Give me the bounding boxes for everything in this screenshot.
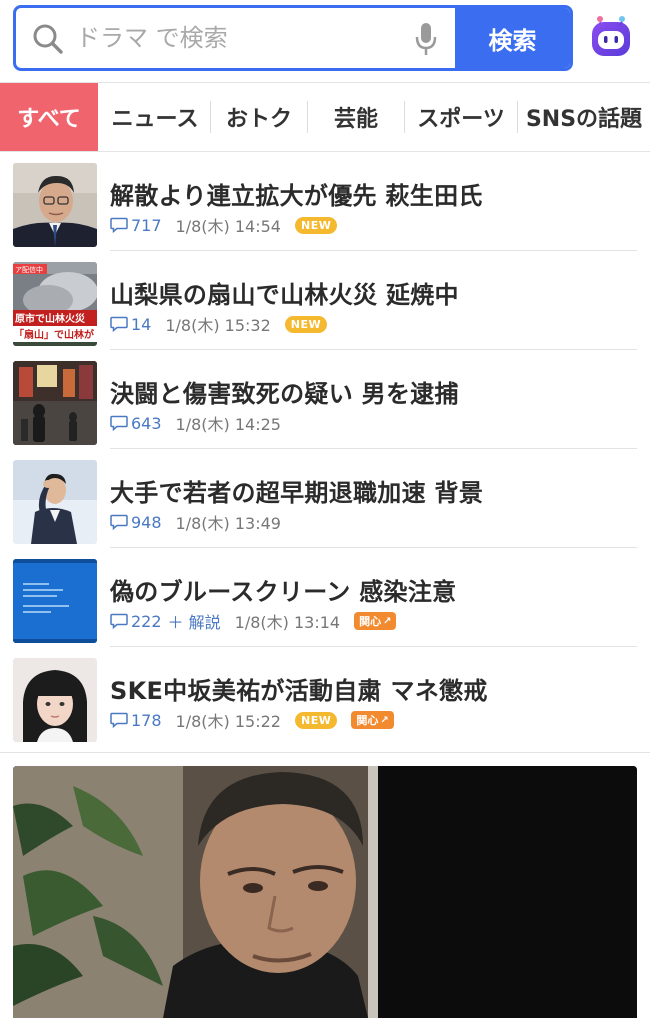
thumb-caption-top: ア配信中 [15, 265, 43, 274]
comment-icon [110, 316, 128, 332]
search-icon [33, 24, 63, 54]
news-headline[interactable]: 決闘と傷害致死の疑い 男を逮捕 [110, 374, 640, 409]
news-thumbnail [13, 559, 97, 643]
tab-sports[interactable]: スポーツ [405, 83, 517, 151]
news-meta: 717 1/8(木) 14:54 NEW [110, 214, 351, 236]
arrow-icon: ↗ [380, 714, 389, 726]
interest-badge: 関心 ↗ [351, 711, 394, 729]
news-thumbnail: ア配信中 原市で山林火災 「扇山」で山林が [13, 262, 97, 346]
timestamp: 1/8(木) 14:25 [175, 415, 281, 434]
tab-otoku[interactable]: おトク [211, 83, 307, 151]
comment-icon [110, 415, 128, 431]
comment-icon [110, 217, 128, 233]
timestamp: 1/8(木) 13:49 [175, 514, 281, 533]
thumb-caption: 原市で山林火災 [15, 312, 86, 325]
timestamp: 1/8(木) 13:14 [234, 613, 341, 632]
news-meta: 14 1/8(木) 15:32 NEW [110, 313, 341, 335]
interest-badge-label: 関心 [356, 714, 379, 727]
news-headline[interactable]: 大手で若者の超早期退職加速 背景 [110, 473, 640, 508]
search-input[interactable] [76, 8, 406, 68]
news-thumbnail [13, 460, 97, 544]
new-badge: NEW [284, 315, 328, 333]
section-divider [0, 752, 650, 753]
search-header: 検索 [0, 0, 650, 82]
arrow-icon: ↗ [383, 615, 392, 627]
comment-icon [110, 712, 128, 728]
assistant-icon[interactable] [588, 14, 634, 60]
news-meta: 222 ＋ 解説 1/8(木) 13:14 関心 ↗ [110, 610, 397, 632]
news-thumbnail [13, 658, 97, 742]
thumb-caption: 「扇山」で山林が [14, 328, 95, 341]
tab-sns-topics[interactable]: SNSの話題 [518, 83, 650, 151]
timestamp: 1/8(木) 14:54 [175, 217, 281, 236]
timestamp: 1/8(木) 15:32 [165, 316, 271, 335]
feature-photo[interactable] [13, 766, 637, 1018]
news-headline[interactable]: 解散より連立拡大が優先 萩生田氏 [110, 176, 640, 211]
comment-count: 178 [131, 710, 162, 730]
comment-icon [110, 613, 128, 629]
tab-entertainment[interactable]: 芸能 [308, 83, 404, 151]
news-meta: 948 1/8(木) 13:49 [110, 511, 295, 533]
news-meta: 643 1/8(木) 14:25 [110, 412, 295, 434]
news-meta: 178 1/8(木) 15:22 NEW 関心 ↗ [110, 709, 394, 731]
new-badge: NEW [294, 216, 338, 234]
search-box[interactable]: 検索 [13, 5, 573, 71]
news-headline[interactable]: 偽のブルースクリーン 感染注意 [110, 572, 640, 607]
comment-count: 717 [131, 215, 162, 235]
news-item[interactable]: 大手で若者の超早期退職加速 背景 948 1/8(木) 13:49 [0, 449, 650, 548]
comment-count: 643 [131, 413, 162, 433]
interest-badge: 関心 ↗ [354, 612, 397, 630]
news-item[interactable]: SKE中坂美祐が活動自粛 マネ懲戒 178 1/8(木) 15:22 NEW 関… [0, 647, 650, 746]
category-tabs: すべて ニュース おトク 芸能 スポーツ SNSの話題 [0, 82, 650, 152]
news-thumbnail [13, 361, 97, 445]
new-badge: NEW [294, 711, 338, 729]
news-headline[interactable]: 山梨県の扇山で山林火災 延焼中 [110, 275, 640, 310]
news-item[interactable]: ア配信中 原市で山林火災 「扇山」で山林が 山梨県の扇山で山林火災 延焼中 14… [0, 251, 650, 350]
news-item[interactable]: 偽のブルースクリーン 感染注意 222 ＋ 解説 1/8(木) 13:14 関心… [0, 548, 650, 647]
comment-icon [110, 514, 128, 530]
interest-badge-label: 関心 [359, 615, 382, 628]
commentary-label: ＋ 解説 [167, 613, 221, 632]
tab-all[interactable]: すべて [0, 83, 98, 151]
news-item[interactable]: 決闘と傷害致死の疑い 男を逮捕 643 1/8(木) 14:25 [0, 350, 650, 449]
news-headline[interactable]: SKE中坂美祐が活動自粛 マネ懲戒 [110, 671, 640, 706]
comment-count: 948 [131, 512, 162, 532]
news-thumbnail [13, 163, 97, 247]
mic-icon[interactable] [414, 21, 438, 57]
search-button[interactable]: 検索 [455, 8, 570, 68]
timestamp: 1/8(木) 15:22 [175, 712, 281, 731]
tab-news[interactable]: ニュース [100, 83, 210, 151]
comment-count: 222 [131, 611, 162, 631]
comment-count: 14 [131, 314, 152, 334]
news-item[interactable]: 解散より連立拡大が優先 萩生田氏 717 1/8(木) 14:54 NEW [0, 152, 650, 251]
